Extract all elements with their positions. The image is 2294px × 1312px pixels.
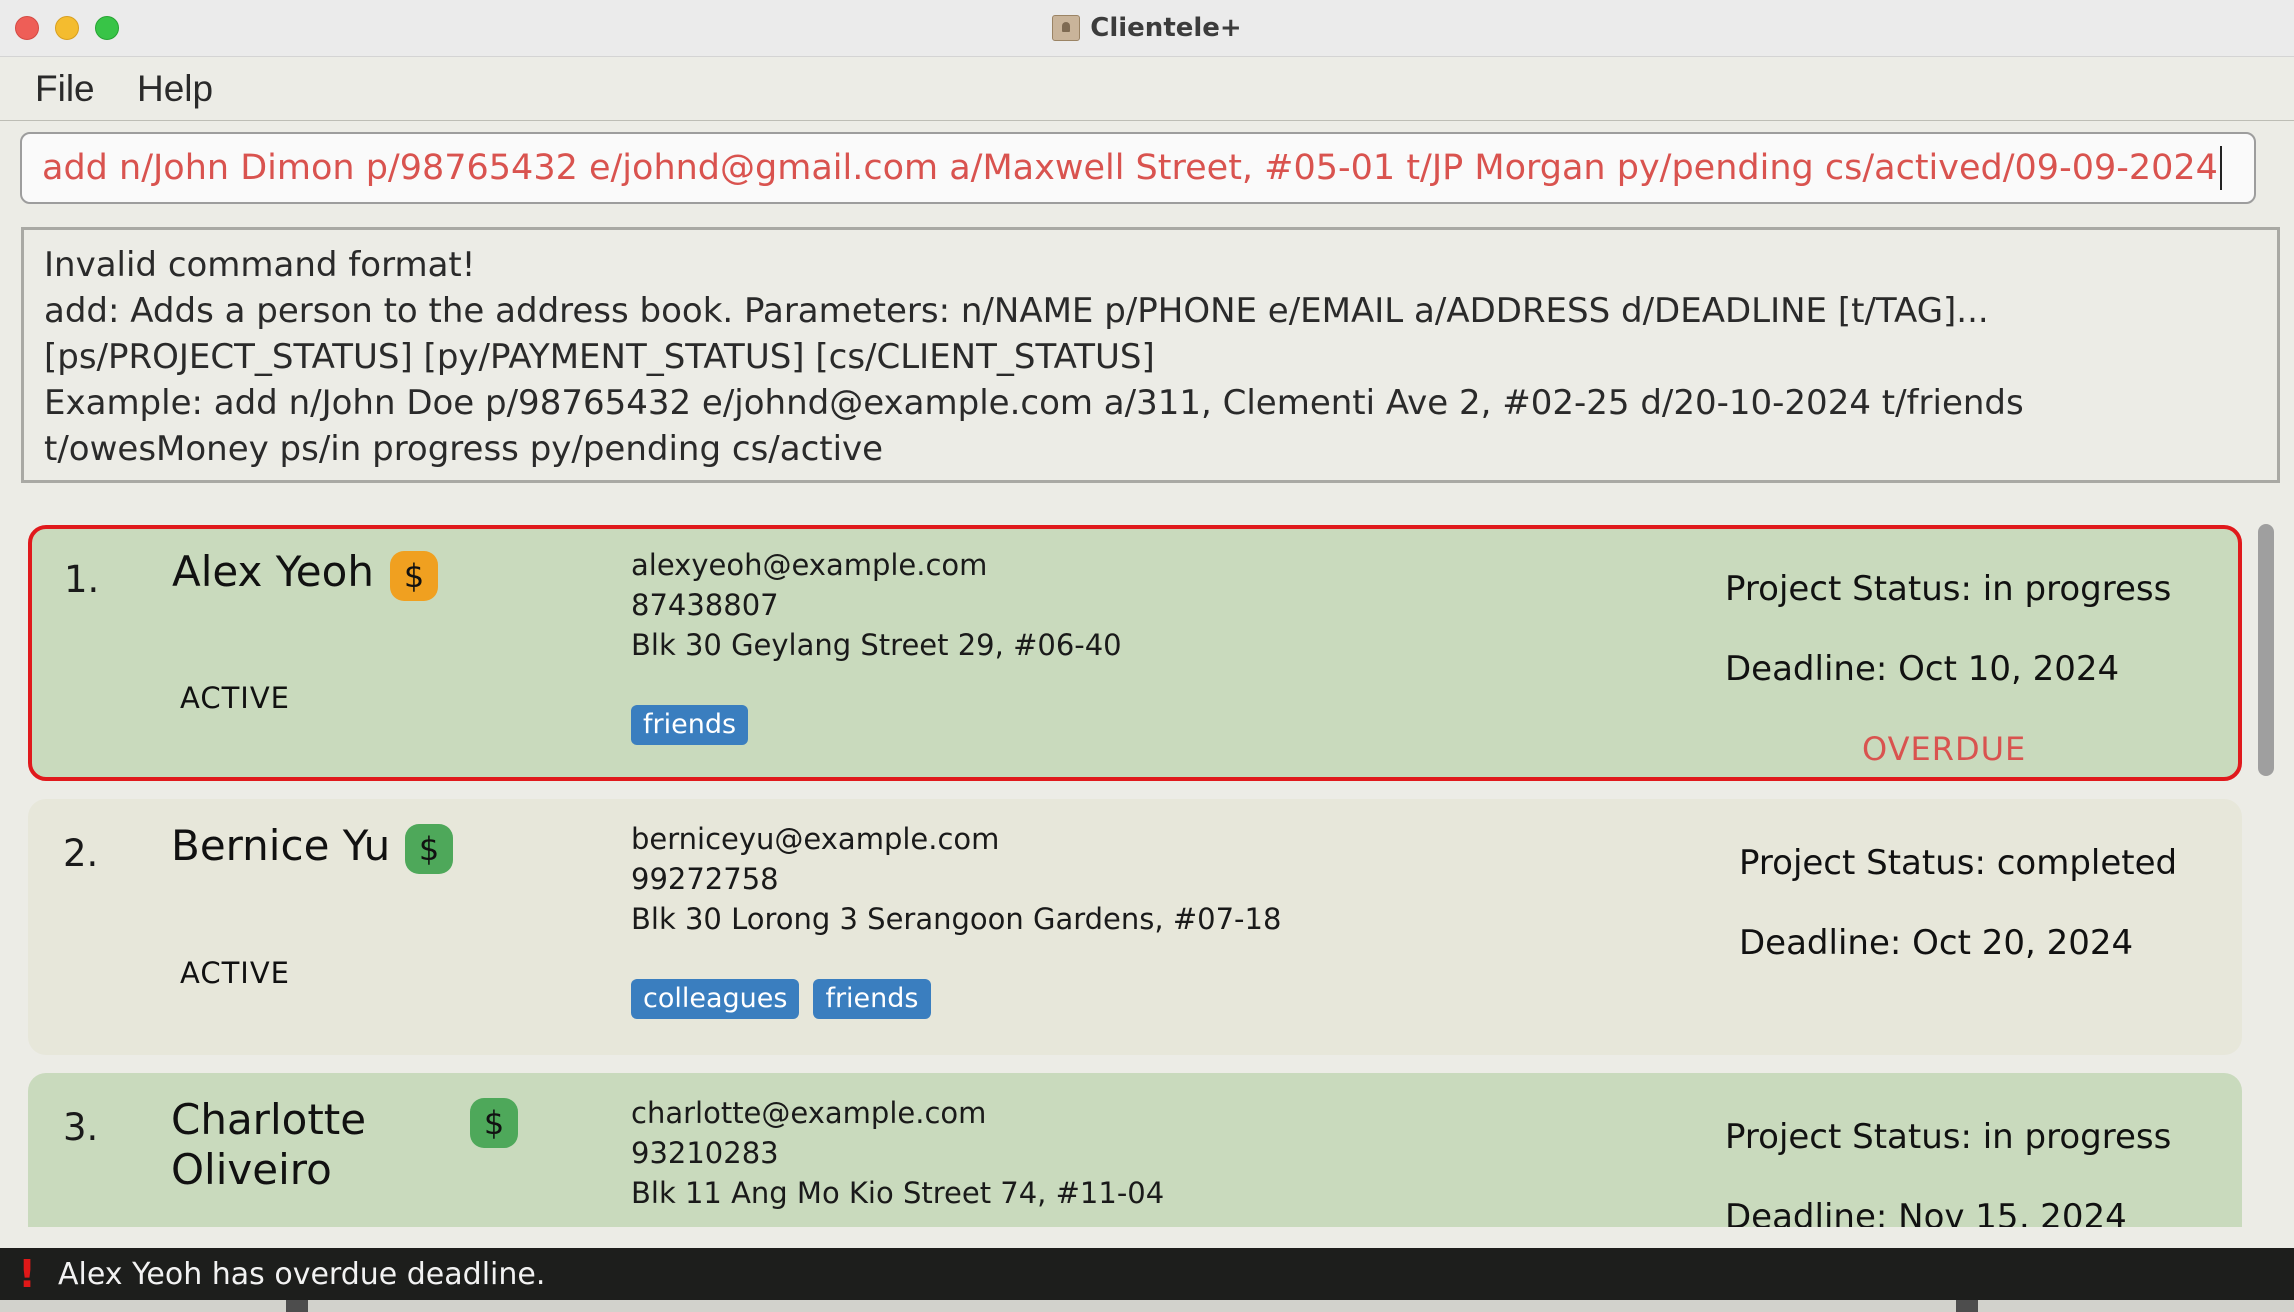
tag: friends [631, 705, 749, 745]
person-email: charlotte@example.com [631, 1096, 987, 1130]
window-bottom-edge [0, 1300, 2294, 1312]
command-input-text: add n/John Dimon p/98765432 e/johnd@gmai… [42, 148, 2218, 188]
person-card[interactable]: 1. Alex Yeoh $ ACTIVE alexyeoh@example.c… [28, 525, 2242, 781]
person-name: Bernice Yu [171, 821, 391, 870]
person-phone: 87438807 [631, 588, 779, 622]
person-index: 1. [64, 558, 100, 601]
person-name: Alex Yeoh [172, 547, 374, 596]
menu-file[interactable]: File [35, 57, 95, 120]
result-display: Invalid command format! add: Adds a pers… [21, 227, 2280, 483]
project-status: Project Status: in progress [1725, 1117, 2172, 1157]
person-name-line2: Oliveiro [171, 1145, 332, 1194]
client-status: ACTIVE [180, 956, 291, 990]
contact-info: charlotte@example.com 93210283 Blk 11 An… [631, 1093, 1164, 1213]
list-scrollbar-thumb[interactable] [2258, 524, 2274, 776]
status-message: Alex Yeoh has overdue deadline. [58, 1256, 546, 1292]
person-email: alexyeoh@example.com [631, 548, 988, 582]
person-card[interactable]: 3. Charlotte Oliveiro $ charlotte@exampl… [28, 1073, 2242, 1227]
person-index: 2. [63, 832, 99, 875]
person-phone: 93210283 [631, 1136, 779, 1170]
overdue-label: OVERDUE [1862, 730, 2027, 768]
person-email: berniceyu@example.com [631, 822, 1000, 856]
result-line: [ps/PROJECT_STATUS] [py/PAYMENT_STATUS] … [44, 337, 1155, 377]
payment-status-icon: $ [470, 1098, 518, 1148]
deadline: Deadline: Nov 15, 2024 [1725, 1197, 2127, 1227]
result-line: add: Adds a person to the address book. … [44, 291, 1989, 331]
tag: colleagues [631, 979, 800, 1019]
result-line: Example: add n/John Doe p/98765432 e/joh… [44, 383, 2024, 423]
person-name-line1: Charlotte [171, 1095, 367, 1144]
title-bar: Clientele+ [0, 0, 2294, 57]
payment-status-icon: $ [405, 824, 453, 874]
person-index: 3. [63, 1106, 99, 1149]
person-card[interactable]: 2. Bernice Yu $ ACTIVE berniceyu@example… [28, 799, 2242, 1055]
menu-bar: File Help [0, 57, 2294, 121]
person-address: Blk 30 Geylang Street 29, #06-40 [631, 628, 1122, 662]
person-address: Blk 30 Lorong 3 Serangoon Gardens, #07-1… [631, 902, 1282, 936]
contact-info: berniceyu@example.com 99272758 Blk 30 Lo… [631, 819, 1281, 939]
exclamation-icon: ! [18, 1252, 36, 1296]
text-caret [2219, 146, 2222, 190]
tag-list: friends [631, 705, 749, 745]
resize-handle [286, 1300, 308, 1312]
person-phone: 99272758 [631, 862, 779, 896]
window-title: Clientele+ [1090, 13, 1242, 43]
address-book-icon [1052, 15, 1081, 41]
deadline: Deadline: Oct 10, 2024 [1725, 649, 2120, 689]
status-bar: ! Alex Yeoh has overdue deadline. [0, 1248, 2294, 1300]
contact-info: alexyeoh@example.com 87438807 Blk 30 Gey… [631, 545, 1122, 665]
tag-list: colleagues friends [631, 979, 931, 1019]
result-line: t/owesMoney ps/in progress py/pending cs… [44, 429, 884, 469]
window-title-area: Clientele+ [0, 0, 2294, 56]
person-list: 1. Alex Yeoh $ ACTIVE alexyeoh@example.c… [0, 505, 2294, 1227]
project-status: Project Status: completed [1739, 843, 2178, 883]
deadline: Deadline: Oct 20, 2024 [1739, 923, 2134, 963]
client-status: ACTIVE [180, 681, 291, 715]
person-address: Blk 11 Ang Mo Kio Street 74, #11-04 [631, 1176, 1165, 1210]
menu-help[interactable]: Help [137, 57, 213, 120]
project-status: Project Status: in progress [1725, 569, 2172, 609]
payment-status-icon: $ [390, 551, 438, 601]
tag: friends [813, 979, 931, 1019]
result-line: Invalid command format! [44, 245, 476, 285]
resize-handle [1956, 1300, 1978, 1312]
command-input[interactable]: add n/John Dimon p/98765432 e/johnd@gmai… [20, 132, 2256, 204]
